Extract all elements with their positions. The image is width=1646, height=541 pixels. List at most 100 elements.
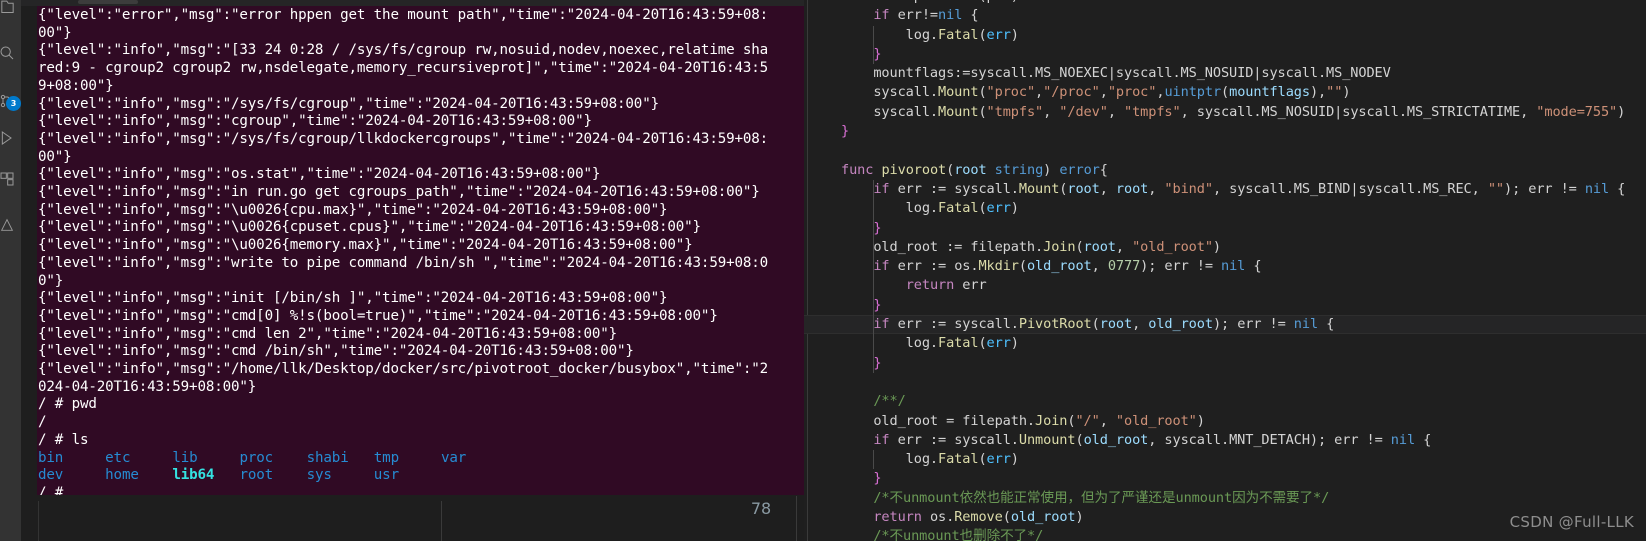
- code-token: {: [1609, 180, 1626, 197]
- code-token: nil: [1584, 180, 1610, 197]
- code-token: root: [1083, 238, 1116, 255]
- editor-scrollbar[interactable]: [1636, 0, 1646, 541]
- code-token: err: [986, 335, 1011, 352]
- terminal-line: {"level":"info","msg":"init [/bin/sh ]",…: [37, 290, 804, 308]
- code-token: Mkdir: [978, 258, 1019, 275]
- code-token: err: [986, 26, 1011, 43]
- code-token: {: [1318, 316, 1335, 333]
- terminal-line: 024-04-20T16:43:59+08:00"}: [37, 379, 804, 397]
- code-token: log.: [841, 335, 939, 352]
- code-token: (: [978, 103, 987, 120]
- code-token: ): [1010, 26, 1019, 43]
- code-line: func pivoroot(root string) error{: [804, 161, 1646, 180]
- code-token: }: [873, 45, 882, 62]
- terminal-text: {"level":"info","msg":"cmd[0] %!s(bool=t…: [38, 307, 718, 324]
- code-token: }: [873, 296, 882, 313]
- code-token: }: [873, 470, 882, 487]
- terminal-text: {"level":"info","msg":"\u0026{memory.max…: [38, 237, 693, 254]
- terminal-panel[interactable]: {"level":"error","msg":"error hppen get …: [21, 0, 804, 541]
- code-token: root: [1115, 180, 1149, 197]
- code-token: mountflags: [1229, 84, 1310, 101]
- indent-guide: [873, 295, 874, 316]
- code-token: old_root: [1148, 316, 1213, 333]
- code-token: Fatal: [938, 200, 979, 217]
- indent-guide: [873, 353, 874, 373]
- run-debug-icon[interactable]: [0, 125, 20, 151]
- code-token: Fatal: [938, 335, 979, 352]
- code-token: Remove: [954, 509, 1003, 526]
- code-token: ,: [1035, 84, 1044, 101]
- extensions-icon[interactable]: [0, 166, 20, 192]
- code-token: old_root := filepath.: [841, 238, 1044, 255]
- code-token: Mount: [938, 103, 979, 120]
- terminal-text: / # pwd: [38, 396, 97, 413]
- code-content[interactable]: err:=pivoroot(pwd) if err!=nil { log.Fat…: [804, 0, 1646, 541]
- terminal-output[interactable]: {"level":"error","msg":"error hppen get …: [37, 6, 804, 496]
- code-token: /**/: [841, 393, 906, 410]
- explorer-icon[interactable]: [0, 0, 20, 20]
- activity-bar: 3: [0, 0, 21, 541]
- code-line: }: [804, 122, 1646, 141]
- terminal-line: {"level":"info","msg":"\u0026{cpu.max}",…: [37, 202, 804, 220]
- code-line: }: [804, 295, 1646, 316]
- code-token: ,: [1115, 238, 1133, 255]
- code-token: Mount: [938, 84, 979, 101]
- code-token: ): [1617, 103, 1626, 120]
- terminal-text: {"level":"info","msg":"/home/llk/Desktop…: [38, 361, 769, 378]
- terminal-text: {"level":"info","msg":"/sys/fs/cgroup/ll…: [38, 130, 769, 147]
- indent-guide: [873, 179, 874, 200]
- code-editor[interactable]: err:=pivoroot(pwd) if err!=nil { log.Fat…: [804, 0, 1646, 541]
- terminal-line: {"level":"info","msg":"\u0026{memory.max…: [37, 237, 804, 255]
- terminal-text: / # ls: [38, 431, 89, 448]
- code-token: old_root: [1083, 431, 1149, 448]
- code-line: /*不unmount依然也能正常使用，但为了严谨还是unmount因为不需要了*…: [804, 489, 1646, 508]
- code-token: }: [873, 219, 882, 236]
- testing-icon[interactable]: [0, 212, 20, 238]
- code-token: ): [1010, 200, 1019, 217]
- code-token: "old_root": [1132, 238, 1213, 255]
- terminal-text: 9+08:00"}: [38, 77, 114, 94]
- code-token: ,: [1132, 316, 1149, 333]
- terminal-text: root: [239, 467, 274, 484]
- code-line: old_root = filepath.Join("/", "old_root"…: [804, 412, 1646, 431]
- terminal-line: 00"}: [37, 149, 804, 167]
- terminal-line: / # pwd: [37, 396, 804, 414]
- code-token: Fatal: [938, 26, 979, 43]
- indent-guide: [873, 237, 874, 258]
- terminal-line: 9+08:00"}: [37, 78, 804, 96]
- indent-guide: [873, 257, 874, 277]
- code-token: err: [954, 277, 987, 294]
- indent-guide: [873, 199, 874, 219]
- code-token: }: [841, 123, 850, 140]
- code-token: PivotRoot: [1018, 316, 1092, 333]
- terminal-text: shabi: [306, 449, 349, 466]
- code-token: (: [1221, 84, 1230, 101]
- terminal-text: {"level":"info","msg":"cgroup","time":"2…: [38, 113, 592, 130]
- terminal-text: red:9 - cgroup2 cgroup2 rw,nsdelegate,me…: [38, 60, 769, 77]
- panel-tab-fragment[interactable]: [78, 0, 138, 4]
- terminal-line: 0"}: [37, 273, 804, 291]
- code-line: return err: [804, 276, 1646, 296]
- code-token: syscall.: [841, 103, 939, 120]
- code-token: err := syscall.: [889, 316, 1019, 333]
- terminal-line: {"level":"info","msg":"in run.go get cgr…: [37, 184, 804, 202]
- vscode-window: 3 {"level":"error","msg":"error hppen ge…: [0, 0, 1646, 541]
- search-icon[interactable]: [0, 40, 20, 66]
- code-token: Join: [1043, 238, 1076, 255]
- code-token: root: [1099, 316, 1133, 333]
- code-token: "": [1487, 180, 1504, 197]
- code-token: (: [978, 200, 987, 217]
- code-token: return: [905, 277, 955, 294]
- terminal-line: {"level":"info","msg":"[33 24 0:28 / /sy…: [37, 42, 804, 60]
- code-token: "old_root": [1115, 412, 1197, 429]
- code-token: nil: [938, 7, 963, 24]
- code-token: root: [954, 161, 987, 178]
- terminal-line: / # ls: [37, 432, 804, 450]
- code-line: log.Fatal(err): [804, 334, 1646, 354]
- code-token: log.: [841, 451, 939, 468]
- terminal-text: {"level":"info","msg":"[33 24 0:28 / /sy…: [38, 42, 769, 59]
